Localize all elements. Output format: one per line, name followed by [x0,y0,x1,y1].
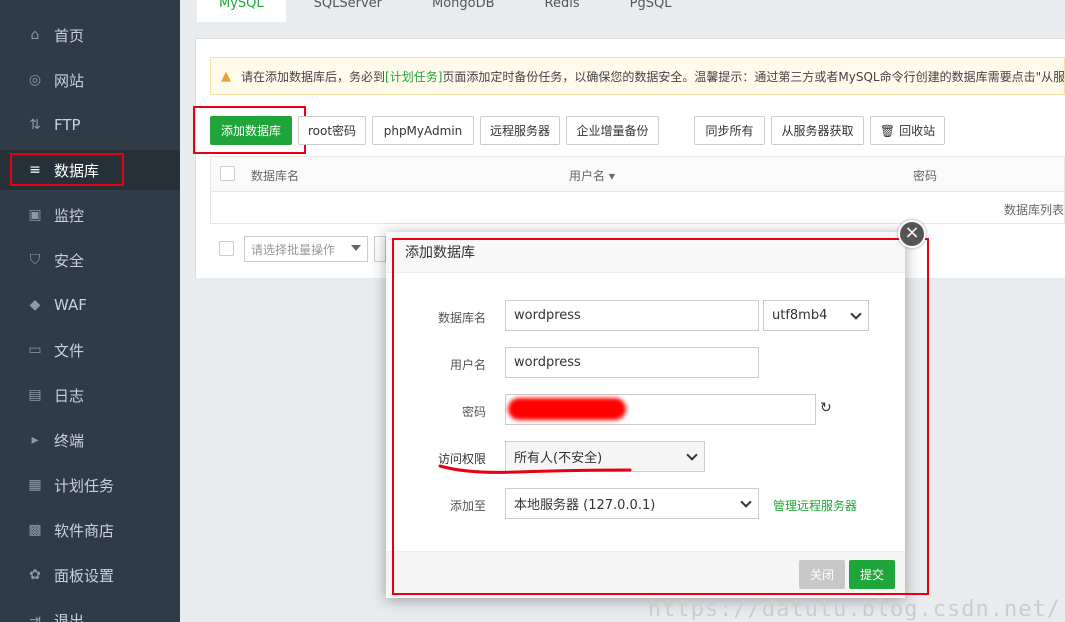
gear-icon: ✿ [29,567,41,583]
sync-all-button[interactable]: 同步所有 [694,116,765,145]
sidebar-item-logout[interactable]: ⇥ 退出 [0,600,180,622]
sidebar-item-label: 监控 [54,206,85,225]
warning-text-after: 页面添加定时备份任务，以确保您的数据安全。温馨提示：通过第三方或者MySQL命令… [442,69,1065,84]
sidebar-item-label: 首页 [54,26,85,45]
app-root: ⌂ 首页 ◎ 网站 ⇅ FTP ≡ 数据库 ▣ 监控 ⛉ 安全 ◆ WAF ▭ 文件 ▤ 日志 ▸ 终端 ▦ 计划任务 ▩ 软… [0,0,1065,622]
recycle-bin-button[interactable]: 🗑 回收站 [870,116,945,145]
table-header: 数据库名 用户名 ▾ 密码 [210,156,1065,192]
schedule-task-link[interactable]: [计划任务] [385,68,442,85]
sidebar-item-gear[interactable]: ✿ 面板设置 [0,555,180,595]
globe-icon: ◎ [28,72,42,88]
warning-icon: ▲ [221,68,231,84]
shield-icon: ⛉ [29,252,41,268]
sidebar-item-ftp[interactable]: ⇅ FTP [0,105,180,145]
sidebar-item-waf-shield[interactable]: ◆ WAF [0,285,180,325]
db-type-tabs: MySQL SQLServer MongoDB Redis PgSQL [197,0,699,22]
empty-table-text: 数据库列表 [1003,203,1064,217]
select-all-checkbox[interactable] [220,166,235,181]
col-header-db-name[interactable]: 数据库名 [251,167,299,184]
sidebar-item-label: 面板设置 [54,566,115,585]
tab-mysql[interactable]: MySQL [197,0,286,22]
waf-shield-icon: ◆ [29,297,41,313]
folder-icon: ▭ [28,342,42,358]
bulk-checkbox[interactable] [219,241,234,256]
col-header-username[interactable]: 用户名 ▾ [569,167,615,184]
phpmyadmin-button[interactable]: phpMyAdmin [372,116,474,145]
log-icon: ▤ [28,387,42,403]
terminal-icon: ▸ [31,432,39,448]
fetch-from-server-button[interactable]: 从服务器获取 [771,116,864,145]
sidebar-item-label: FTP [54,116,81,134]
warning-text-before: 请在添加数据库后，务必到 [241,69,386,84]
monitor-icon: ▣ [28,207,42,223]
chevron-down-icon [351,245,361,251]
sidebar-item-label: 安全 [54,251,85,270]
sidebar-item-label: 日志 [54,386,85,405]
sidebar-item-monitor[interactable]: ▣ 监控 [0,195,180,235]
sidebar-item-apps[interactable]: ▩ 软件商店 [0,510,180,550]
tab-redis[interactable]: Redis [523,0,602,22]
sidebar-item-label: 网站 [54,71,85,90]
bulk-action-select[interactable]: 请选择批量操作 [244,236,368,262]
tab-sqlserver[interactable]: SQLServer [292,0,404,22]
sidebar-item-log[interactable]: ▤ 日志 [0,375,180,415]
apps-icon: ▩ [28,522,42,538]
sidebar-item-label: 文件 [54,341,85,360]
remote-server-button[interactable]: 远程服务器 [480,116,560,145]
root-password-button[interactable]: root密码 [298,116,366,145]
ftp-icon: ⇅ [29,117,41,133]
watermark: https://datutu.blog.csdn.net/ [647,597,1061,622]
tab-mongodb[interactable]: MongoDB [410,0,517,22]
sidebar-item-label: 软件商店 [54,521,115,540]
sidebar-item-terminal[interactable]: ▸ 终端 [0,420,180,460]
sidebar-item-calendar[interactable]: ▦ 计划任务 [0,465,180,505]
recycle-bin-label: 回收站 [899,124,936,138]
sidebar-item-home[interactable]: ⌂ 首页 [0,15,180,55]
trash-icon: 🗑 [879,123,896,138]
bulk-action-placeholder: 请选择批量操作 [251,242,336,257]
home-icon: ⌂ [30,27,40,43]
col-header-password: 密码 [913,169,938,183]
enterprise-backup-button[interactable]: 企业增量备份 [566,116,659,145]
calendar-icon: ▦ [28,477,42,493]
sidebar-item-shield[interactable]: ⛉ 安全 [0,240,180,280]
backup-warning: ▲ 请在添加数据库后，务必到 [计划任务] 页面添加定时备份任务，以确保您的数据… [210,57,1065,95]
close-icon[interactable]: × [898,220,926,248]
sidebar-item-folder[interactable]: ▭ 文件 [0,330,180,370]
annotation-box-add-button [193,106,306,154]
table-empty-row: 数据库列表 [210,192,1065,224]
sidebar-item-label: WAF [54,296,87,314]
annotation-box-database-nav [10,153,124,186]
sidebar-item-globe[interactable]: ◎ 网站 [0,60,180,100]
bulk-execute-button[interactable] [374,236,386,262]
sidebar-item-label: 终端 [54,431,85,450]
sidebar-item-label: 退出 [54,611,85,622]
sidebar: ⌂ 首页 ◎ 网站 ⇅ FTP ≡ 数据库 ▣ 监控 ⛉ 安全 ◆ WAF ▭ 文件 ▤ 日志 ▸ 终端 ▦ 计划任务 ▩ 软… [0,0,180,622]
tab-pgsql[interactable]: PgSQL [608,0,694,22]
annotation-box-dialog [392,238,929,595]
sidebar-item-label: 计划任务 [54,476,115,495]
logout-icon: ⇥ [29,612,41,622]
